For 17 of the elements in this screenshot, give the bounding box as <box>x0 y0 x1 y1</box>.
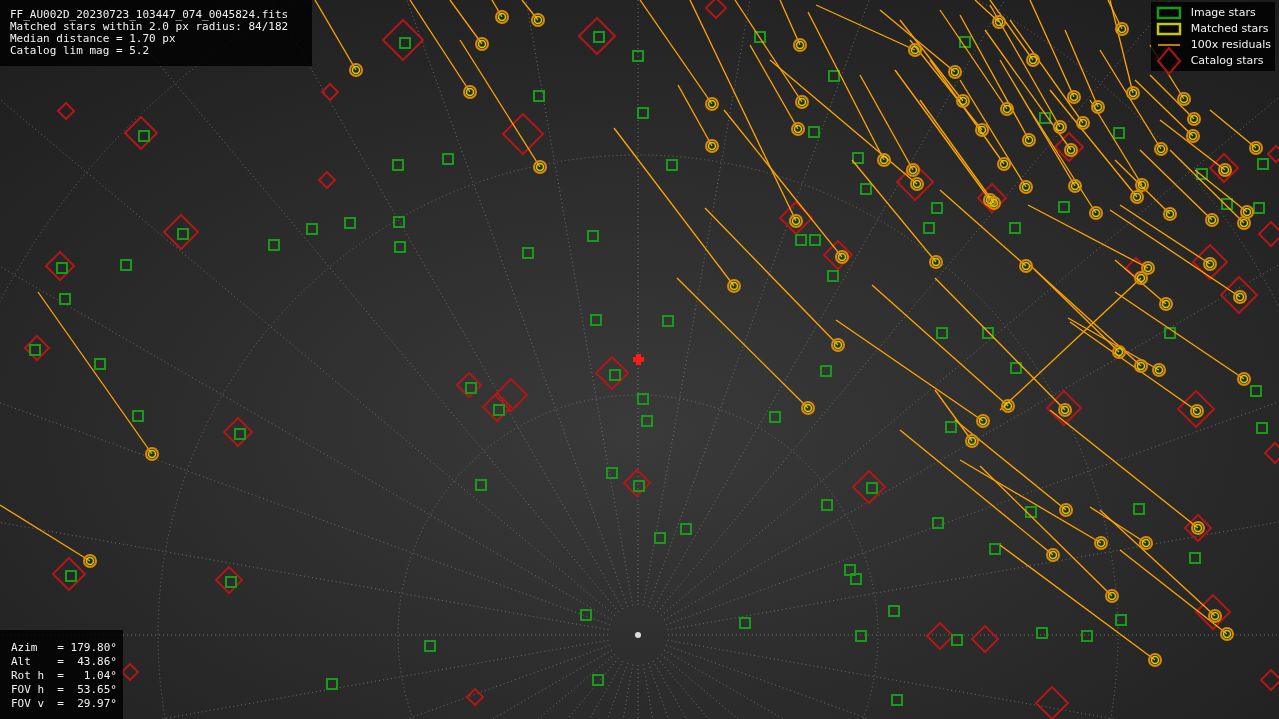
info-text: Median distance = 1.70 px <box>10 33 177 45</box>
diamond-icon <box>1156 45 1181 76</box>
pointing-text: Rot h = 1.04° <box>11 669 118 683</box>
matched-box-icon <box>1156 22 1181 35</box>
pointing-text: Azim = 179.80° <box>11 641 118 655</box>
legend-label: Matched stars <box>1190 22 1269 35</box>
image-star-box-icon <box>1156 6 1181 19</box>
pointing-text: FOV h = 53.65° <box>11 683 118 697</box>
residual-line-icon <box>1156 43 1181 46</box>
info-text: Catalog lim mag = 5.2 <box>10 45 151 57</box>
legend-label: 100x residuals <box>1190 38 1271 51</box>
pointing-text: Alt = 43.86° <box>11 655 118 669</box>
info-text: Matched stars within 2.0 px radius: 84/182 <box>10 21 290 33</box>
info-text: FF_AU002D_20230723_103447_074_0045824.fits <box>10 9 290 21</box>
legend-label: Catalog stars <box>1190 54 1264 67</box>
pointing-text: FOV v = 29.97° <box>11 697 118 711</box>
legend-label: Image stars <box>1190 6 1256 19</box>
